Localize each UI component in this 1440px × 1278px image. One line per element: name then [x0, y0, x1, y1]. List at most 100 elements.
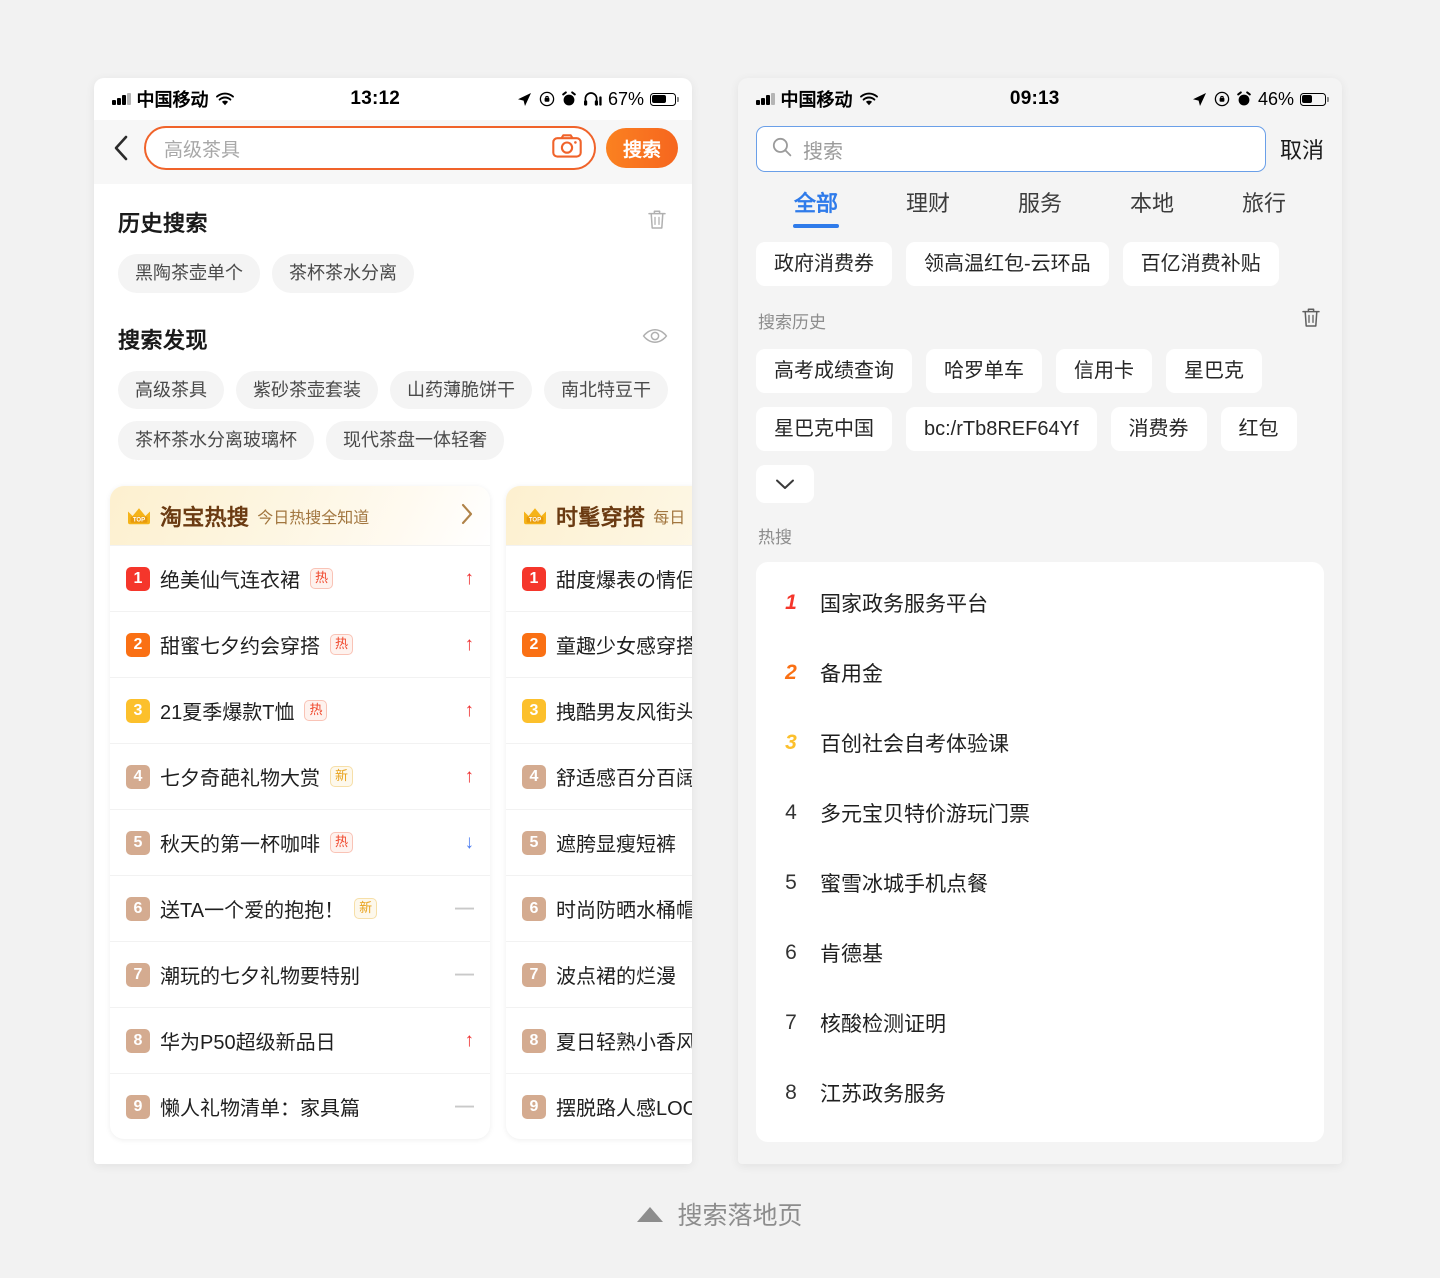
right-phone-mockup: 中国移动 09:13 46% 搜索 取消 全部 理财 服务 本地 旅行 政府消费… — [738, 78, 1342, 1164]
left-phone-content: 历史搜索 黑陶茶壶单个 茶杯茶水分离 搜索发现 高级茶具 紫砂茶壶套装 山药薄脆… — [94, 184, 692, 1164]
search-input-placeholder: 搜索 — [803, 140, 843, 163]
history-chip[interactable]: 信用卡 — [1056, 349, 1152, 393]
hot-search-row[interactable]: 4 多元宝贝特价游玩门票 — [756, 778, 1324, 848]
trend-flat-icon: — — [455, 1095, 474, 1117]
hot-search-row[interactable]: 2 备用金 — [756, 638, 1324, 708]
history-chip[interactable]: 红包 — [1220, 407, 1297, 451]
hot-search-row[interactable]: 7 潮玩的七夕礼物要特别 — — [110, 941, 490, 1007]
hot-search-row[interactable]: 1 甜度爆表の情侣 — [506, 545, 692, 611]
hot-search-label: 舒适感百分百阔 — [556, 768, 692, 791]
camera-icon[interactable] — [552, 133, 582, 163]
hot-search-row[interactable]: 7 核酸检测证明 — [756, 988, 1324, 1058]
hot-search-label: 懒人礼物清单：家具篇 — [160, 1098, 360, 1121]
hot-card-header[interactable]: TOP 淘宝热搜 今日热搜全知道 — [110, 486, 490, 546]
hot-search-label: 秋天的第一杯咖啡 — [160, 834, 320, 857]
promo-chip[interactable]: 领高温红包-云环品 — [906, 242, 1109, 286]
trash-icon[interactable] — [1300, 306, 1322, 335]
hot-search-row[interactable]: 4 舒适感百分百阔 — [506, 743, 692, 809]
search-button[interactable]: 搜索 — [605, 128, 678, 168]
hot-tag-badge: 热 — [310, 568, 334, 589]
tab-服务[interactable]: 服务 — [984, 186, 1096, 228]
signal-bars-icon — [756, 93, 775, 105]
rank-label: 7 — [785, 1011, 797, 1034]
hot-card-subtitle: 每日 — [653, 510, 686, 528]
battery-percent-label: 46% — [1257, 88, 1294, 109]
hot-search-row[interactable]: 1 国家政务服务平台 — [756, 568, 1324, 638]
discovery-chip[interactable]: 现代茶盘一体轻奢 — [326, 421, 504, 461]
discovery-chip[interactable]: 紫砂茶壶套装 — [236, 370, 378, 410]
wifi-icon — [215, 92, 234, 105]
rank-label: 1 — [785, 591, 797, 614]
rank-badge: 9 — [126, 1094, 150, 1119]
trend-up-icon: ↑ — [464, 633, 475, 655]
rank-badge: 4 — [522, 764, 546, 789]
hot-search-label: 备用金 — [820, 663, 883, 686]
promo-chip[interactable]: 政府消费券 — [756, 242, 892, 286]
tab-理财[interactable]: 理财 — [872, 186, 984, 228]
svg-text:TOP: TOP — [133, 518, 145, 524]
chevron-right-icon[interactable] — [460, 503, 474, 530]
hot-tag-badge: 热 — [304, 700, 328, 721]
history-chip[interactable]: 星巴克 — [1166, 349, 1262, 393]
history-chip[interactable]: 星巴克中国 — [756, 407, 892, 451]
hot-search-card[interactable]: TOP 时髦穿搭 每日 1 甜度爆表の情侣 2 童趣少女感穿搭 3 拽酷男友风街… — [506, 486, 692, 1140]
hot-search-label: 21夏季爆款T恤 — [160, 702, 295, 725]
trash-icon[interactable] — [646, 208, 668, 237]
hot-search-row[interactable]: 8 江苏政务服务 — [756, 1058, 1324, 1128]
hot-search-row[interactable]: 6 时尚防晒水桶帽 — [506, 875, 692, 941]
history-chip[interactable]: 茶杯茶水分离 — [272, 254, 414, 293]
right-status-bar: 中国移动 09:13 46% — [738, 78, 1342, 120]
hot-search-row[interactable]: 6 送TA一个爱的抱抱！ 新 — — [110, 875, 490, 941]
hot-card-title: 淘宝热搜 — [160, 505, 250, 531]
discovery-chip[interactable]: 山药薄脆饼干 — [390, 370, 532, 410]
trend-up-icon: ↑ — [464, 1029, 475, 1051]
hot-search-row[interactable]: 1 绝美仙气连衣裙 热 ↑ — [110, 545, 490, 611]
hot-search-row[interactable]: 8 华为P50超级新品日 ↑ — [110, 1007, 490, 1073]
hot-search-row[interactable]: 3 21夏季爆款T恤 热 ↑ — [110, 677, 490, 743]
hot-search-row[interactable]: 3 拽酷男友风街头 — [506, 677, 692, 743]
history-chip[interactable]: 哈罗单车 — [926, 349, 1042, 393]
search-input[interactable]: 高级茶具 — [144, 126, 596, 170]
hot-search-card-carousel[interactable]: TOP 淘宝热搜 今日热搜全知道 1 绝美仙气连衣裙 热 ↑ 2 甜蜜七夕约会穿… — [94, 460, 692, 1140]
history-chip[interactable]: bc:/rTb8REF64Yf — [906, 407, 1097, 451]
hot-search-row[interactable]: 6 肯德基 — [756, 918, 1324, 988]
hot-search-label: 绝美仙气连衣裙 — [160, 570, 300, 593]
tab-全部[interactable]: 全部 — [760, 186, 872, 228]
wifi-icon — [859, 92, 878, 105]
promo-chip[interactable]: 百亿消费补贴 — [1122, 242, 1279, 286]
eye-icon[interactable] — [642, 326, 668, 351]
new-tag-badge: 新 — [330, 766, 354, 787]
caption-label: 搜索落地页 — [677, 1202, 803, 1230]
hot-search-card[interactable]: TOP 淘宝热搜 今日热搜全知道 1 绝美仙气连衣裙 热 ↑ 2 甜蜜七夕约会穿… — [110, 486, 490, 1140]
hot-search-row[interactable]: 9 摆脱路人感LOO — [506, 1073, 692, 1139]
cancel-button[interactable]: 取消 — [1280, 133, 1324, 165]
hot-search-row[interactable]: 2 甜蜜七夕约会穿搭 热 ↑ — [110, 611, 490, 677]
discovery-chip[interactable]: 高级茶具 — [118, 370, 224, 410]
history-chip[interactable]: 黑陶茶壶单个 — [118, 254, 260, 293]
history-section-header: 历史搜索 — [94, 184, 692, 238]
trend-flat-icon: — — [455, 963, 474, 985]
history-chip[interactable]: 高考成绩查询 — [756, 349, 912, 393]
search-input[interactable]: 搜索 — [756, 126, 1266, 172]
discovery-chip[interactable]: 茶杯茶水分离玻璃杯 — [118, 421, 314, 461]
rank-badge: 3 — [126, 698, 150, 723]
hot-search-row[interactable]: 5 遮胯显瘦短裤 — [506, 809, 692, 875]
discovery-chip[interactable]: 南北特豆干 — [544, 370, 668, 410]
chevron-left-icon[interactable] — [108, 135, 134, 161]
hot-search-row[interactable]: 2 童趣少女感穿搭 — [506, 611, 692, 677]
hot-search-row[interactable]: 8 夏日轻熟小香风 — [506, 1007, 692, 1073]
tab-本地[interactable]: 本地 — [1096, 186, 1208, 228]
trend-up-icon: ↑ — [464, 567, 475, 589]
hot-search-row[interactable]: 7 波点裙的烂漫 — [506, 941, 692, 1007]
hot-search-row[interactable]: 4 七夕奇葩礼物大赏 新 ↑ — [110, 743, 490, 809]
hot-search-label: 潮玩的七夕礼物要特别 — [160, 966, 360, 989]
chevron-down-icon[interactable] — [756, 465, 814, 503]
hot-search-row[interactable]: 9 懒人礼物清单：家具篇 — — [110, 1073, 490, 1139]
tab-旅行[interactable]: 旅行 — [1208, 186, 1320, 228]
hot-search-row[interactable]: 5 蜜雪冰城手机点餐 — [756, 848, 1324, 918]
hot-search-row[interactable]: 5 秋天的第一杯咖啡 热 ↓ — [110, 809, 490, 875]
hot-card-header[interactable]: TOP 时髦穿搭 每日 — [506, 486, 692, 546]
hot-search-row[interactable]: 3 百创社会自考体验课 — [756, 708, 1324, 778]
history-chip[interactable]: 消费券 — [1110, 407, 1207, 451]
rank-badge: 6 — [522, 896, 546, 921]
